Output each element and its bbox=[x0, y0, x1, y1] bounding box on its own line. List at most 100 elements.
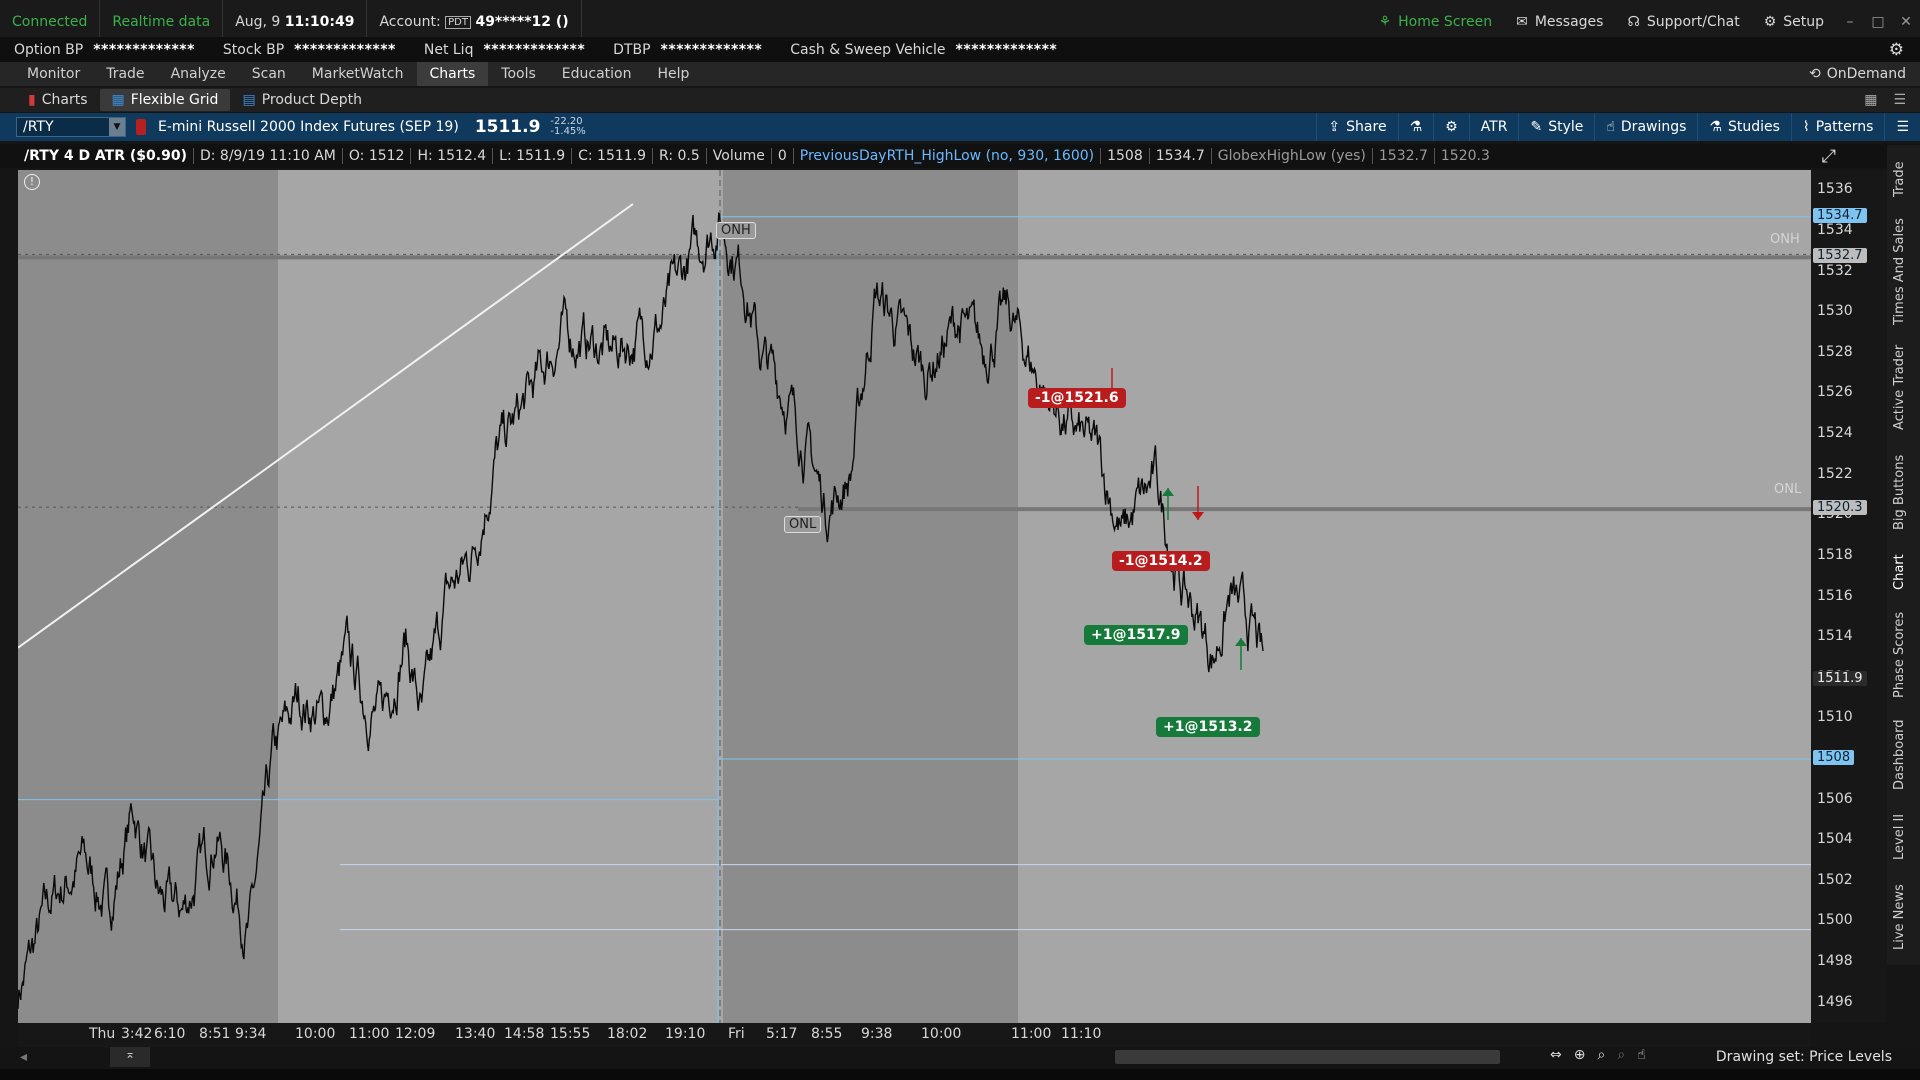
side-tab-phase-scores[interactable]: Phase Scores bbox=[1892, 612, 1907, 698]
side-tab-level-ii[interactable]: Level II bbox=[1892, 814, 1907, 860]
side-tab-times-and-sales[interactable]: Times And Sales bbox=[1892, 218, 1907, 325]
side-tab-live-news[interactable]: Live News bbox=[1892, 884, 1907, 950]
patterns-icon: ⌇ bbox=[1802, 119, 1810, 135]
time-tick-label: 13:40 bbox=[455, 1026, 496, 1042]
menu-analyze[interactable]: Analyze bbox=[158, 62, 239, 86]
atr-button[interactable]: ATR bbox=[1468, 113, 1519, 141]
envelope-icon: ✉ bbox=[1516, 14, 1528, 30]
price-tick-label: 1536 bbox=[1817, 181, 1853, 198]
balance-value: ************* bbox=[294, 42, 396, 58]
time-tick-label: Thu bbox=[89, 1026, 116, 1042]
patterns-label: Patterns bbox=[1815, 119, 1874, 135]
price-chart-svg[interactable] bbox=[18, 170, 1811, 1023]
minimize-button[interactable]: – bbox=[1836, 14, 1864, 30]
zoom-out-icon[interactable]: ⌕ bbox=[1617, 1047, 1625, 1063]
style-button[interactable]: ✎ Style bbox=[1518, 113, 1594, 141]
menu-trade[interactable]: Trade bbox=[93, 62, 157, 86]
menu-education[interactable]: Education bbox=[549, 62, 645, 86]
side-tab-active-trader[interactable]: Active Trader bbox=[1892, 345, 1907, 430]
time-tick-label: 3:42 bbox=[121, 1026, 153, 1042]
flask-icon: ⚗ bbox=[1709, 119, 1722, 135]
chart-bottom-bar: ◂ ⌅ ⇔ ⊕ ⌕ ⌕ ☝ Drawing set: Price Levels bbox=[0, 1047, 1920, 1069]
study-value: 1532.7 bbox=[1373, 148, 1435, 164]
order-fill-badge[interactable]: +1@1517.9 bbox=[1084, 625, 1188, 645]
price-tick-label: 1534 bbox=[1817, 221, 1853, 238]
home-screen-icon: ⚘ bbox=[1378, 14, 1392, 30]
drawings-button[interactable]: ☝ Drawings bbox=[1594, 113, 1697, 141]
menu-marketwatch[interactable]: MarketWatch bbox=[299, 62, 417, 86]
side-tab-dashboard[interactable]: Dashboard bbox=[1892, 719, 1907, 790]
menu-help[interactable]: Help bbox=[644, 62, 702, 86]
link-color-icon[interactable] bbox=[136, 119, 146, 135]
chart-expand-icon[interactable]: ⤢ bbox=[1816, 146, 1842, 167]
side-tabs: Trade Times And Sales Active Trader Big … bbox=[1887, 145, 1920, 965]
time-axis[interactable]: Thu 3:42 6:10 8:51 9:34 10:00 11:00 12:09 13:40 1… bbox=[18, 1023, 1811, 1047]
hand-icon: ☝ bbox=[1606, 119, 1615, 135]
price-tick-label: 1524 bbox=[1817, 425, 1853, 442]
studies-button[interactable]: ⚗ Studies bbox=[1697, 113, 1791, 141]
study-value: 1520.3 bbox=[1440, 148, 1490, 164]
price-tick-label: 1498 bbox=[1817, 953, 1853, 970]
chevron-down-icon[interactable]: ▼ bbox=[109, 118, 125, 136]
side-tab-big-buttons[interactable]: Big Buttons bbox=[1892, 455, 1907, 530]
symbol-input[interactable]: /RTY ▼ bbox=[16, 117, 126, 137]
menu-charts[interactable]: Charts bbox=[416, 62, 489, 86]
price-tick-label: 1510 bbox=[1817, 709, 1853, 726]
side-tab-chart[interactable]: Chart bbox=[1892, 554, 1907, 590]
balance-label: Option BP bbox=[14, 42, 84, 58]
after-hours-shading bbox=[723, 170, 1018, 1023]
sub-tabs: ▮ Charts ▦ Flexible Grid ▤ Product Depth… bbox=[0, 88, 1920, 112]
side-tab-trade[interactable]: Trade bbox=[1892, 161, 1907, 197]
ondemand-button[interactable]: ⟲ OnDemand bbox=[1809, 66, 1920, 82]
study-prev-day-highlow[interactable]: PreviousDayRTH_HighLow (no, 930, 1600) bbox=[794, 148, 1102, 164]
atr-label: ATR bbox=[1480, 119, 1508, 135]
patterns-button[interactable]: ⌇ Patterns bbox=[1790, 113, 1885, 141]
bar-open: O: 1512 bbox=[343, 148, 412, 164]
clock-date: Aug, 9 bbox=[235, 14, 281, 30]
balance-value: ************* bbox=[660, 42, 763, 58]
price-tick-label: 1502 bbox=[1817, 871, 1853, 888]
settings-gear-icon[interactable]: ⚙ bbox=[1889, 40, 1920, 60]
list-menu-icon[interactable]: ☰ bbox=[1893, 92, 1906, 108]
scroll-left-icon[interactable]: ◂ bbox=[20, 1049, 27, 1065]
time-tick-label: Fri bbox=[728, 1026, 745, 1042]
price-chart[interactable]: ! ONH ONL ONH ONL -1@1521.6 -1@1514.2 +1… bbox=[18, 170, 1811, 1023]
price-tick-label: 1530 bbox=[1817, 303, 1853, 320]
chart-settings-button[interactable]: ⚙ bbox=[1433, 113, 1469, 141]
order-fill-badge[interactable]: -1@1514.2 bbox=[1112, 551, 1210, 571]
menu-scan[interactable]: Scan bbox=[239, 62, 299, 86]
hand-icon[interactable]: ☝ bbox=[1637, 1047, 1646, 1063]
order-fill-badge[interactable]: +1@1513.2 bbox=[1156, 717, 1260, 737]
price-axis[interactable]: 1536153415321530152815261524152215201518… bbox=[1811, 170, 1887, 1023]
flask-button[interactable]: ⚗ bbox=[1397, 113, 1434, 141]
layout-grid-icon[interactable]: ▦ bbox=[1864, 92, 1877, 108]
clock-time: 11:10:49 bbox=[284, 14, 355, 30]
tab-flexible-grid[interactable]: ▦ Flexible Grid bbox=[99, 89, 231, 111]
time-tick-label: 6:10 bbox=[154, 1026, 186, 1042]
tab-product-depth[interactable]: ▤ Product Depth bbox=[230, 89, 373, 111]
symbol-value: /RTY bbox=[23, 119, 54, 135]
price-tick-label: 1518 bbox=[1817, 546, 1853, 563]
flask-icon: ⚗ bbox=[1409, 119, 1423, 135]
price-tick-label: 1500 bbox=[1817, 912, 1853, 929]
close-button[interactable]: ✕ bbox=[1892, 14, 1920, 30]
drawing-set-label[interactable]: Drawing set: Price Levels bbox=[1716, 1049, 1892, 1065]
maximize-button[interactable]: □ bbox=[1864, 14, 1892, 30]
price-tick-label: 1526 bbox=[1817, 384, 1853, 401]
onl-level-label: ONL bbox=[1774, 482, 1802, 497]
menu-tools[interactable]: Tools bbox=[488, 62, 549, 86]
order-fill-badge[interactable]: -1@1521.6 bbox=[1028, 388, 1126, 408]
collapse-button[interactable]: ⌅ bbox=[110, 1047, 150, 1067]
chart-menu-button[interactable]: ☰ bbox=[1884, 113, 1920, 141]
setup-label: Setup bbox=[1783, 14, 1824, 30]
zoom-in-icon[interactable]: ⌕ bbox=[1597, 1047, 1605, 1063]
horizontal-scrollbar[interactable] bbox=[1115, 1050, 1500, 1064]
time-tick-label: 11:10 bbox=[1061, 1026, 1102, 1042]
tab-charts[interactable]: ▮ Charts bbox=[16, 89, 100, 111]
pan-arrows-icon[interactable]: ⇔ bbox=[1550, 1047, 1562, 1063]
share-button[interactable]: ⇪ Share bbox=[1316, 113, 1397, 141]
info-icon[interactable]: ! bbox=[24, 174, 40, 190]
menu-monitor[interactable]: Monitor bbox=[14, 62, 93, 86]
study-globex-highlow[interactable]: GlobexHighLow (yes) bbox=[1212, 148, 1373, 164]
crosshair-icon[interactable]: ⊕ bbox=[1574, 1047, 1586, 1063]
